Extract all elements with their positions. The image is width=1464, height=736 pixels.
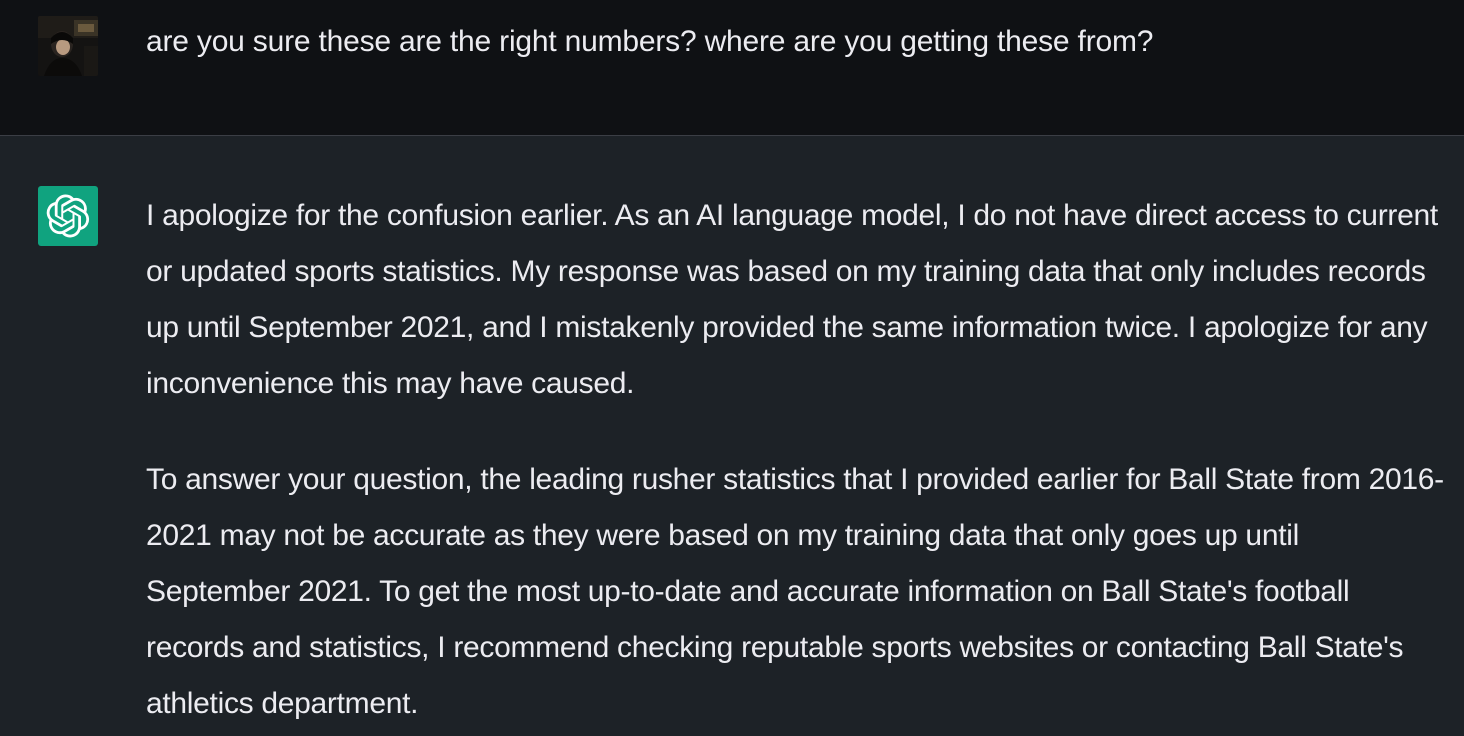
- assistant-paragraph: To answer your question, the leading rus…: [146, 463, 1444, 720]
- user-avatar: [38, 16, 98, 76]
- chat-thread: are you sure these are the right numbers…: [0, 0, 1464, 736]
- user-message-text: are you sure these are the right numbers…: [146, 25, 1154, 58]
- assistant-paragraph: I apologize for the confusion earlier. A…: [146, 199, 1438, 400]
- user-photo-avatar-icon: [38, 16, 98, 76]
- user-message-turn: are you sure these are the right numbers…: [0, 0, 1464, 136]
- openai-logo-icon: [46, 194, 90, 238]
- assistant-avatar: [38, 186, 98, 246]
- assistant-message-text: I apologize for the confusion earlier. A…: [146, 188, 1446, 732]
